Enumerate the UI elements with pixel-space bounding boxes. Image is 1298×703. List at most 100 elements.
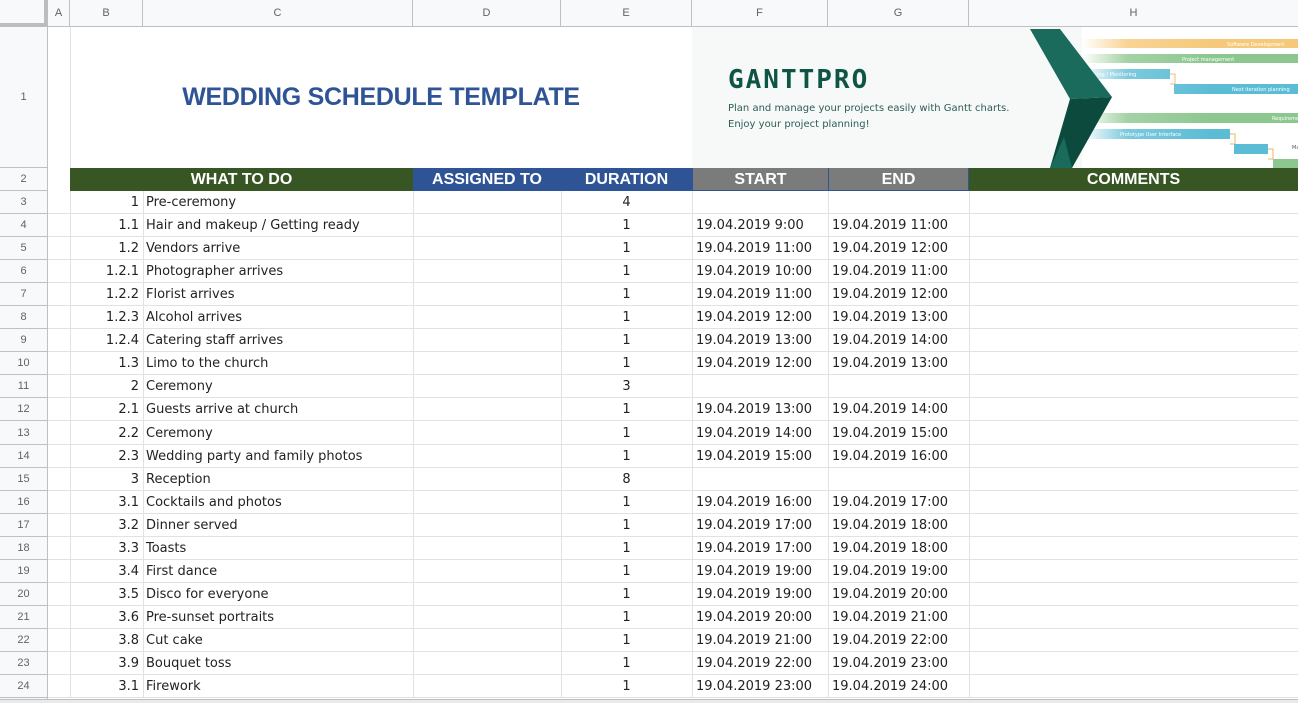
end-date-cell[interactable]: 19.04.2019 11:00 [828,260,969,283]
end-date-cell[interactable]: 19.04.2019 12:00 [828,237,969,260]
task-number-cell[interactable]: 3.4 [70,560,143,583]
start-date-cell[interactable]: 19.04.2019 11:00 [692,283,828,306]
row-header-12[interactable]: 12 [0,398,47,422]
comments-cell[interactable] [969,629,1298,652]
row-header-14[interactable]: 14 [0,445,47,468]
comments-cell[interactable] [969,306,1298,329]
duration-cell[interactable]: 1 [561,606,692,629]
comments-cell[interactable] [969,560,1298,583]
end-date-cell[interactable]: 19.04.2019 19:00 [828,560,969,583]
task-number-cell[interactable]: 3.9 [70,652,143,675]
duration-cell[interactable]: 1 [561,329,692,352]
start-date-cell[interactable]: 19.04.2019 23:00 [692,675,828,698]
duration-cell[interactable]: 1 [561,260,692,283]
end-date-cell[interactable]: 19.04.2019 13:00 [828,306,969,329]
assigned-to-cell[interactable] [413,237,561,260]
column-header-d[interactable]: D [413,0,561,26]
duration-cell[interactable]: 1 [561,491,692,514]
page-title[interactable]: WEDDING SCHEDULE TEMPLATE [70,27,692,168]
duration-cell[interactable]: 1 [561,514,692,537]
cell-empty[interactable] [48,675,70,698]
end-date-cell[interactable]: 19.04.2019 23:00 [828,652,969,675]
end-date-cell[interactable]: 19.04.2019 18:00 [828,537,969,560]
end-date-cell[interactable]: 19.04.2019 17:00 [828,491,969,514]
assigned-to-cell[interactable] [413,560,561,583]
cell-empty[interactable] [48,468,70,491]
start-date-cell[interactable]: 19.04.2019 21:00 [692,629,828,652]
header-duration[interactable]: DURATION [561,168,692,191]
start-date-cell[interactable]: 19.04.2019 10:00 [692,260,828,283]
end-date-cell[interactable]: 19.04.2019 22:00 [828,629,969,652]
row-header-20[interactable]: 20 [0,583,47,606]
task-number-cell[interactable]: 3.1 [70,491,143,514]
duration-cell[interactable]: 1 [561,214,692,237]
start-date-cell[interactable]: 19.04.2019 17:00 [692,514,828,537]
task-number-cell[interactable]: 3.6 [70,606,143,629]
assigned-to-cell[interactable] [413,491,561,514]
task-number-cell[interactable]: 3.5 [70,583,143,606]
task-number-cell[interactable]: 1 [70,191,143,214]
cell-empty[interactable] [48,629,70,652]
row-header-10[interactable]: 10 [0,352,47,376]
task-name-cell[interactable]: Pre-ceremony [143,191,413,214]
cell-empty[interactable] [48,283,70,306]
row-header-23[interactable]: 23 [0,652,47,675]
row-header-17[interactable]: 17 [0,514,47,537]
end-date-cell[interactable]: 19.04.2019 21:00 [828,606,969,629]
start-date-cell[interactable]: 19.04.2019 19:00 [692,560,828,583]
assigned-to-cell[interactable] [413,214,561,237]
comments-cell[interactable] [969,652,1298,675]
assigned-to-cell[interactable] [413,191,561,214]
cell-empty[interactable] [48,491,70,514]
task-name-cell[interactable]: Limo to the church [143,352,413,375]
task-name-cell[interactable]: Cocktails and photos [143,491,413,514]
comments-cell[interactable] [969,398,1298,421]
start-date-cell[interactable]: 19.04.2019 9:00 [692,214,828,237]
task-name-cell[interactable]: Ceremony [143,422,413,445]
task-name-cell[interactable]: Toasts [143,537,413,560]
task-number-cell[interactable]: 3 [70,468,143,491]
duration-cell[interactable]: 1 [561,675,692,698]
end-date-cell[interactable] [828,191,969,214]
header-start[interactable]: START [692,168,828,191]
task-name-cell[interactable]: Guests arrive at church [143,398,413,421]
task-name-cell[interactable]: First dance [143,560,413,583]
comments-cell[interactable] [969,491,1298,514]
row-header-24[interactable]: 24 [0,675,47,699]
duration-cell[interactable]: 4 [561,191,692,214]
task-name-cell[interactable]: Vendors arrive [143,237,413,260]
header-assigned-to[interactable]: ASSIGNED TO [413,168,561,191]
cell-empty[interactable] [48,583,70,606]
duration-cell[interactable]: 1 [561,537,692,560]
column-header-h[interactable]: H [969,0,1298,26]
end-date-cell[interactable]: 19.04.2019 14:00 [828,329,969,352]
task-number-cell[interactable]: 2 [70,375,143,398]
end-date-cell[interactable]: 19.04.2019 24:00 [828,675,969,698]
row-header-22[interactable]: 22 [0,629,47,652]
cell-empty[interactable] [48,375,70,398]
column-header-e[interactable]: E [561,0,692,26]
start-date-cell[interactable]: 19.04.2019 13:00 [692,398,828,421]
cell-empty[interactable] [48,237,70,260]
comments-cell[interactable] [969,260,1298,283]
task-name-cell[interactable]: Cut cake [143,629,413,652]
column-header-c[interactable]: C [143,0,413,26]
comments-cell[interactable] [969,237,1298,260]
start-date-cell[interactable]: 19.04.2019 12:00 [692,306,828,329]
duration-cell[interactable]: 1 [561,652,692,675]
task-name-cell[interactable]: Hair and makeup / Getting ready [143,214,413,237]
cell-empty[interactable] [48,191,70,214]
row-header-4[interactable]: 4 [0,214,47,238]
duration-cell[interactable]: 1 [561,237,692,260]
task-number-cell[interactable]: 1.2 [70,237,143,260]
end-date-cell[interactable]: 19.04.2019 16:00 [828,445,969,468]
task-number-cell[interactable]: 1.3 [70,352,143,375]
task-number-cell[interactable]: 3.1 [70,675,143,698]
comments-cell[interactable] [969,283,1298,306]
start-date-cell[interactable]: 19.04.2019 16:00 [692,491,828,514]
start-date-cell[interactable] [692,375,828,398]
comments-cell[interactable] [969,583,1298,606]
header-comments[interactable]: COMMENTS [969,168,1298,191]
cell-empty[interactable] [48,422,70,445]
ganttpro-banner[interactable]: Software Development Project management … [692,27,1298,168]
